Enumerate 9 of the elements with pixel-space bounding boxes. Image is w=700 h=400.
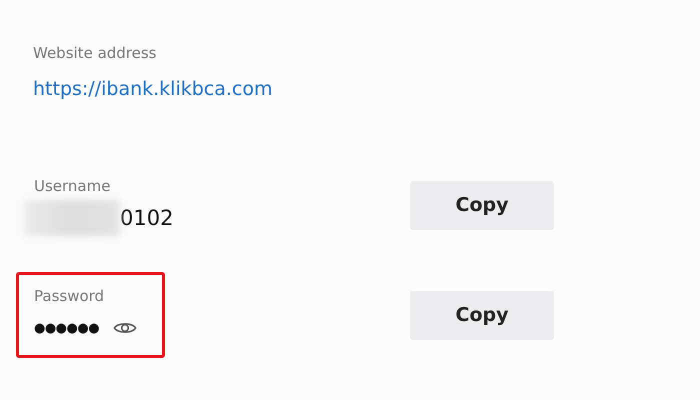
copy-button[interactable]: Copy (410, 290, 554, 340)
eye-icon[interactable] (113, 320, 138, 336)
username-value: 0102 (120, 206, 174, 230)
password-value: ●●●●●● (34, 320, 100, 336)
website-link[interactable]: https://ibank.klikbca.com (33, 78, 683, 100)
field-label: Username (34, 176, 112, 197)
field-label: Website address (33, 43, 158, 64)
field-label: Password (34, 286, 106, 307)
copy-button[interactable]: Copy (410, 180, 554, 230)
